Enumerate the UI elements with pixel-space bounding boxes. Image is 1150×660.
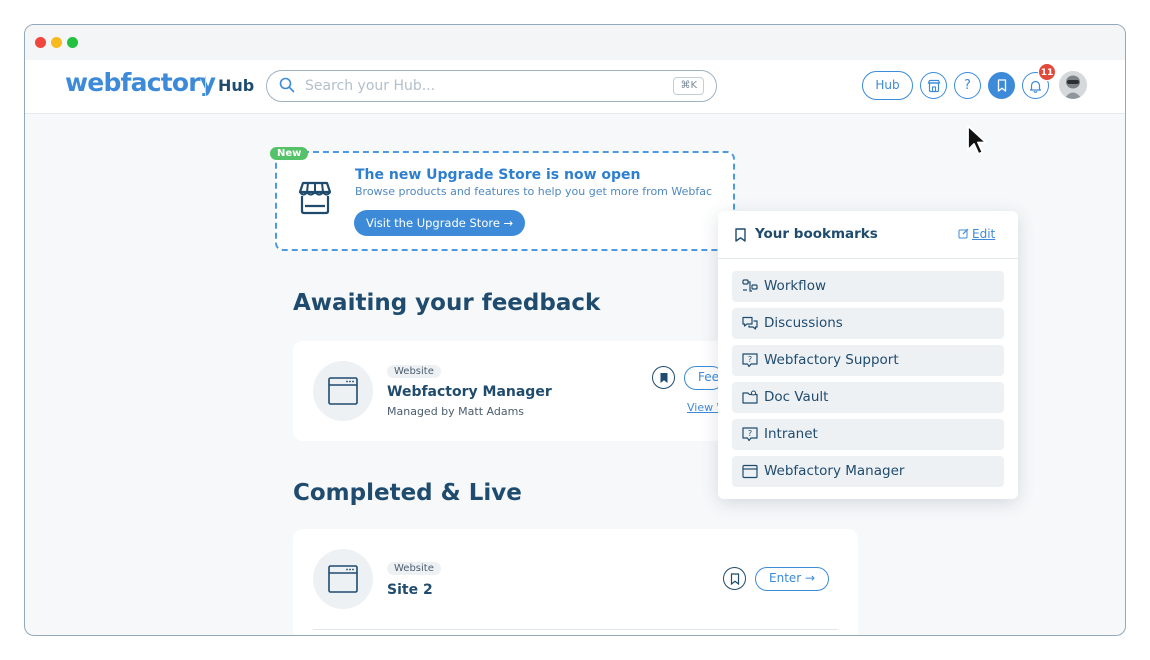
workflow-icon [742,279,758,292]
search-placeholder: Search your Hub... [305,78,436,94]
project-name: Site 2 [387,582,433,598]
store-button[interactable] [920,72,947,99]
browser-window-icon [328,377,358,405]
bookmarks-button[interactable] [988,72,1015,99]
avatar[interactable] [1059,71,1087,99]
bookmark-icon [730,572,739,585]
bookmark-item-doc-vault[interactable]: Doc Vault [732,382,1004,413]
new-badge: New [270,147,309,160]
edit-icon [958,228,969,239]
bookmarks-title: Your bookmarks [755,226,878,242]
browser-window: webfactory Hub Search your Hub... ⌘K Hub… [24,24,1126,636]
title-bar [25,25,1125,60]
bookmark-label: Intranet [764,426,818,442]
edit-bookmarks-link[interactable]: Edit [958,227,995,241]
project-name: Webfactory Manager [387,384,552,400]
browser-icon [742,464,758,479]
promo-title: The new Upgrade Store is now open [355,167,641,183]
project-card[interactable]: Website Site 2 Enter → [293,529,858,635]
website-thumbnail [313,549,373,609]
bookmark-filled-icon [660,372,667,383]
mouse-cursor-icon [967,125,987,155]
promo-subtitle: Browse products and features to help you… [355,185,713,198]
close-window-button[interactable] [35,37,46,48]
main-content: The new Upgrade Store is now open Browse… [25,115,1125,635]
storefront-icon [298,181,332,215]
website-thumbnail [313,361,373,421]
search-shortcut-hint: ⌘K [673,77,704,95]
bookmark-label: Webfactory Support [764,352,899,368]
bookmark-label: Doc Vault [764,389,829,405]
awaiting-feedback-heading: Awaiting your feedback [293,290,601,316]
bookmark-label: Webfactory Manager [764,463,905,479]
bell-icon [1029,80,1042,93]
svg-text:?: ? [748,355,752,364]
bookmarks-dropdown: Your bookmarks Edit Workflow Discussions… [718,211,1018,499]
bookmark-item-workflow[interactable]: Workflow [732,271,1004,302]
support-icon: ? [742,353,758,368]
type-pill: Website [387,562,441,575]
type-pill: Website [387,365,441,378]
logo-divider [205,76,206,96]
minimize-window-button[interactable] [51,37,62,48]
bookmark-label: Workflow [764,278,826,294]
svg-text:?: ? [748,429,752,438]
upgrade-store-banner: The new Upgrade Store is now open Browse… [275,151,735,251]
chat-icon [742,316,758,330]
bookmark-item-webfactory-support[interactable]: ? Webfactory Support [732,345,1004,376]
completed-live-heading: Completed & Live [293,480,522,506]
hub-nav-button[interactable]: Hub [862,71,913,100]
project-manager: Managed by Matt Adams [387,405,525,418]
bookmark-toggle[interactable] [723,567,746,590]
notification-count-badge: 11 [1038,63,1056,81]
edit-label: Edit [972,227,996,241]
help-button[interactable]: ? [954,72,981,99]
card-divider [313,629,838,630]
bookmark-item-discussions[interactable]: Discussions [732,308,1004,339]
folder-icon [742,390,758,404]
search-bar[interactable]: Search your Hub... ⌘K [266,70,717,102]
help-icon: ? [964,78,971,93]
bookmark-outline-icon [735,228,746,242]
support-icon: ? [742,427,758,442]
bookmark-item-webfactory-manager[interactable]: Webfactory Manager [732,456,1004,487]
app-header: webfactory Hub Search your Hub... ⌘K Hub… [25,60,1125,114]
section-label: Hub [218,76,255,95]
bookmarks-header: Your bookmarks Edit [718,211,1018,259]
webfactory-logo[interactable]: webfactory [65,68,216,97]
browser-window-icon [328,565,358,593]
search-icon [279,77,295,93]
user-avatar-image [1059,71,1087,99]
bookmark-item-intranet[interactable]: ? Intranet [732,419,1004,450]
bookmark-toggle[interactable] [652,366,675,389]
bookmark-icon [997,79,1006,92]
bookmark-label: Discussions [764,315,843,331]
maximize-window-button[interactable] [67,37,78,48]
visit-upgrade-store-button[interactable]: Visit the Upgrade Store → [354,210,526,236]
enter-button[interactable]: Enter → [755,567,830,591]
store-icon [927,79,940,92]
